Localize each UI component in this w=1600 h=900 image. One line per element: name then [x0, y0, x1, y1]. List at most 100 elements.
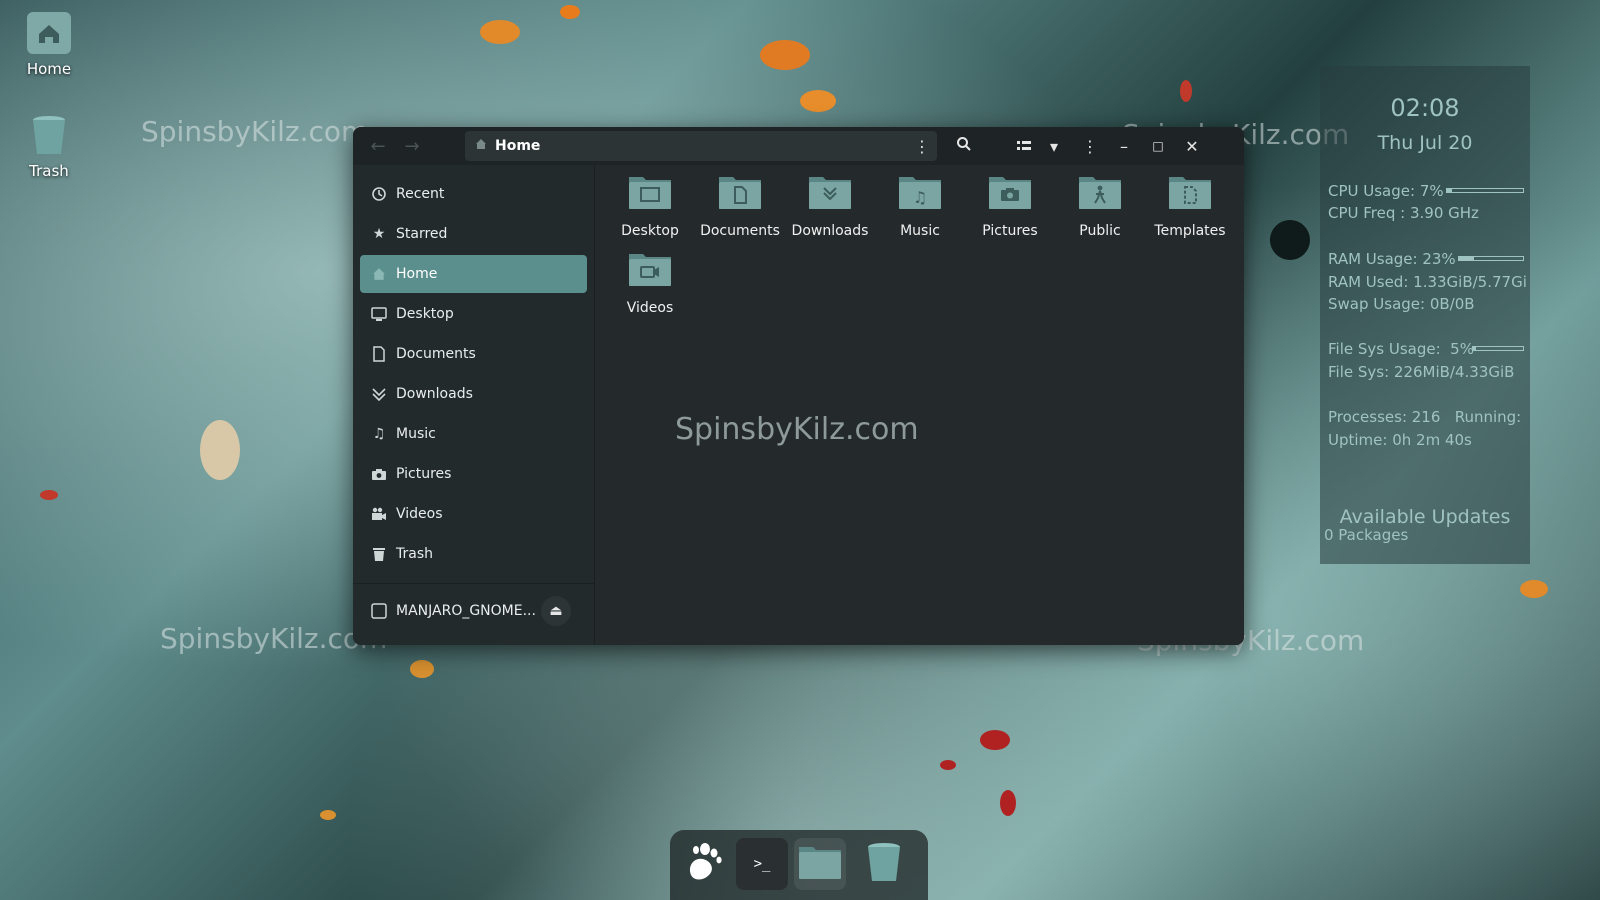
back-button[interactable]: ← [361, 131, 395, 161]
sidebar-item-recent[interactable]: Recent [360, 175, 587, 213]
filesystem-usage: File Sys Usage: 5% [1328, 340, 1474, 358]
dock-item-trash[interactable] [858, 838, 910, 890]
recent-icon [370, 185, 388, 203]
close-button[interactable]: ✕ [1177, 131, 1207, 161]
sidebar-item-label: Starred [396, 226, 448, 242]
documents-icon [370, 345, 388, 363]
dock: >_ [670, 830, 928, 900]
watermark: SpinsbyKilz.com [675, 412, 919, 447]
minimize-icon: – [1120, 136, 1128, 156]
music-folder-icon: ♫ [897, 173, 943, 211]
sidebar-item-label: Home [396, 266, 438, 282]
view-list-button[interactable] [1009, 131, 1039, 161]
updates-title: Available Updates [1339, 506, 1511, 528]
ram-usage-bar-fill [1459, 257, 1474, 260]
folder-label: Public [1079, 223, 1121, 239]
sidebar-item-documents[interactable]: Documents [360, 335, 587, 373]
folder-label: Documents [700, 223, 780, 239]
file-manager-window: ← → Home ⋮ ▾ ⋮ – □ ✕ Recent ★ Starred Ho… [353, 127, 1244, 645]
sidebar-item-label: Music [396, 426, 436, 442]
eject-button[interactable]: ⏏ [541, 596, 571, 626]
home-icon [370, 265, 388, 283]
desktop-icon-trash[interactable]: Trash [14, 112, 84, 180]
sidebar-item-desktop[interactable]: Desktop [360, 295, 587, 333]
sidebar-item-label: Downloads [396, 386, 473, 402]
sidebar-item-label: Trash [396, 546, 433, 562]
desktop-icon-label: Home [26, 60, 72, 78]
main-menu-button[interactable]: ⋮ [1075, 131, 1105, 161]
file-view: Desktop Documents Downloads ♫ Music Pict… [596, 165, 1244, 645]
folder-music[interactable]: ♫ Music [878, 173, 962, 239]
sidebar: Recent ★ Starred Home Desktop Documents … [353, 165, 595, 645]
sidebar-item-label: Videos [396, 506, 443, 522]
kebab-menu-icon: ⋮ [914, 136, 930, 156]
downloads-icon [370, 385, 388, 403]
ram-usage: RAM Usage: 23% [1328, 250, 1456, 268]
folder-downloads[interactable]: Downloads [788, 173, 872, 239]
videos-icon [370, 505, 388, 523]
music-icon: ♫ [372, 426, 386, 442]
path-label: Home [495, 138, 541, 154]
sidebar-item-music[interactable]: ♫ Music [360, 415, 587, 453]
documents-folder-icon [717, 173, 763, 211]
folder-public[interactable]: Public [1058, 173, 1142, 239]
filesystem-usage-bar [1472, 346, 1524, 351]
processes: Processes: 216 Running: [1328, 408, 1522, 426]
trash-icon [25, 112, 73, 158]
maximize-button[interactable]: □ [1143, 131, 1173, 161]
uptime: Uptime: 0h 2m 40s [1328, 431, 1472, 449]
list-view-icon [1017, 137, 1031, 156]
view-options-button[interactable]: ▾ [1039, 131, 1069, 161]
sidebar-item-label: Documents [396, 346, 476, 362]
templates-folder-icon [1167, 173, 1213, 211]
folder-templates[interactable]: Templates [1148, 173, 1232, 239]
desktop-icon-home[interactable]: Home [14, 10, 84, 78]
folder-documents[interactable]: Documents [698, 173, 782, 239]
cpu-usage-bar [1446, 188, 1524, 193]
desktop-folder-icon [627, 173, 673, 211]
drive-icon [370, 602, 388, 620]
path-bar[interactable]: Home [465, 131, 937, 161]
clock-date: Thu Jul 20 [1377, 132, 1473, 154]
dock-item-activities[interactable] [678, 838, 730, 890]
files-icon [797, 843, 843, 885]
system-monitor-widget: 02:08 Thu Jul 20 CPU Usage: 7% CPU Freq … [1320, 66, 1530, 564]
folder-videos[interactable]: Videos [608, 250, 692, 316]
trash-icon [370, 545, 388, 563]
gnome-foot-icon [681, 839, 727, 889]
svg-text:♫: ♫ [913, 188, 927, 207]
dock-item-terminal[interactable]: >_ [736, 838, 788, 890]
sidebar-item-label: Recent [396, 186, 445, 202]
desktop-icon [370, 305, 388, 323]
sidebar-item-device[interactable]: MANJARO_GNOME... ⏏ [360, 592, 587, 630]
minimize-button[interactable]: – [1109, 131, 1139, 161]
public-folder-icon [1077, 173, 1123, 211]
trash-icon [866, 841, 902, 887]
watermark: SpinsbyKilz.com [141, 115, 369, 148]
clock-time: 02:08 [1390, 94, 1460, 122]
sidebar-item-home[interactable]: Home [360, 255, 587, 293]
search-button[interactable] [949, 131, 979, 161]
folder-label: Pictures [982, 223, 1038, 239]
ram-usage-bar [1458, 256, 1524, 261]
swap-usage: Swap Usage: 0B/0B [1328, 295, 1475, 313]
folder-desktop[interactable]: Desktop [608, 173, 692, 239]
sidebar-item-label: Pictures [396, 466, 452, 482]
sidebar-item-downloads[interactable]: Downloads [360, 375, 587, 413]
eject-icon: ⏏ [549, 603, 563, 619]
sidebar-item-starred[interactable]: ★ Starred [360, 215, 587, 253]
home-folder-icon [25, 10, 73, 56]
maximize-icon: □ [1152, 139, 1164, 153]
sidebar-item-pictures[interactable]: Pictures [360, 455, 587, 493]
path-menu-button[interactable]: ⋮ [911, 131, 933, 161]
back-arrow-icon: ← [370, 135, 386, 157]
chevron-down-icon: ▾ [1049, 136, 1059, 156]
pictures-folder-icon [987, 173, 1033, 211]
sidebar-item-videos[interactable]: Videos [360, 495, 587, 533]
dock-item-files[interactable] [794, 838, 846, 890]
folder-pictures[interactable]: Pictures [968, 173, 1052, 239]
folder-label: Music [900, 223, 940, 239]
sidebar-item-trash[interactable]: Trash [360, 535, 587, 573]
folder-label: Downloads [791, 223, 869, 239]
forward-button[interactable]: → [395, 131, 429, 161]
